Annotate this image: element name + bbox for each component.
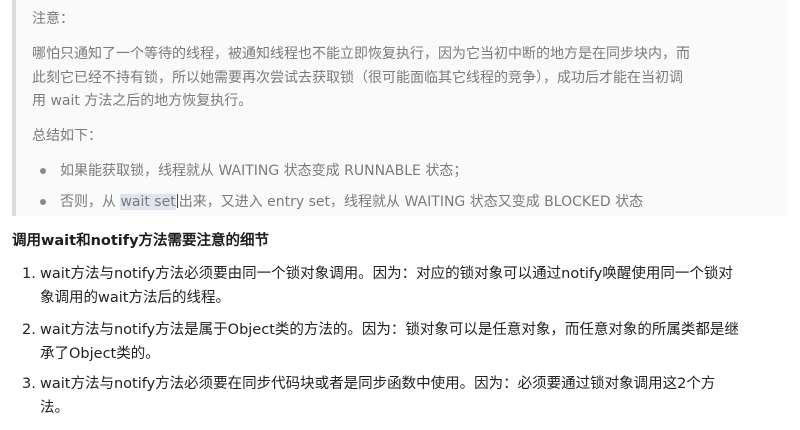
list-item-line: wait方法与notify方法是属于Object类的方法的。因为：锁对象可以是任… [40, 322, 739, 338]
list-item-number: 3. [22, 376, 36, 392]
note-heading: 注意： [32, 11, 74, 27]
note-paragraph-line: 哪怕只通知了一个等待的线程，被通知线程也不能立即恢复执行，因为它当初中断的地方是… [32, 46, 690, 62]
bullet-text-prefix: 否则，从 [60, 194, 121, 210]
bullet-text-suffix: 出来，又进入 entry set，线程就从 WAITING 状态又变成 BLOC… [178, 194, 644, 210]
list-item-line: wait方法与notify方法必须要在同步代码块或者是同步函数中使用。因为：必须… [40, 376, 716, 392]
list-item-number: 2. [22, 322, 36, 338]
note-bullet-item: 如果能获取锁，线程就从 WAITING 状态变成 RUNNABLE 状态； [39, 161, 468, 181]
note-bullet-item: 否则，从 wait set 出来，又进入 entry set，线程就从 WAITI… [39, 192, 644, 212]
list-item-line: wait方法与notify方法必须要由同一个锁对象调用。因为：对应的锁对象可以通… [40, 266, 733, 282]
list-item-line: 象调用的wait方法后的线程。 [40, 290, 230, 306]
list-item-line: 法。 [40, 400, 69, 416]
list-item-line: 承了Object类的。 [40, 346, 160, 362]
bullet-text: 如果能获取锁，线程就从 WAITING 状态变成 RUNNABLE 状态； [60, 163, 468, 179]
note-paragraph-line: 此刻它已经不持有锁，所以她需要再次尝试去获取锁（很可能面临其它线程的竞争），成功… [32, 70, 683, 86]
blockquote-note: 注意： 哪怕只通知了一个等待的线程，被通知线程也不能立即恢复执行，因为它当初中断… [12, 0, 788, 216]
text-cursor-icon [176, 194, 178, 208]
note-summary: 总结如下： [32, 128, 102, 144]
list-item-number: 1. [22, 266, 36, 282]
selected-text-highlight[interactable]: wait set [120, 194, 176, 210]
note-paragraph-line: 用 wait 方法之后的地方恢复执行。 [32, 93, 253, 109]
section-heading: 调用wait和notify方法需要注意的细节 [12, 233, 270, 249]
